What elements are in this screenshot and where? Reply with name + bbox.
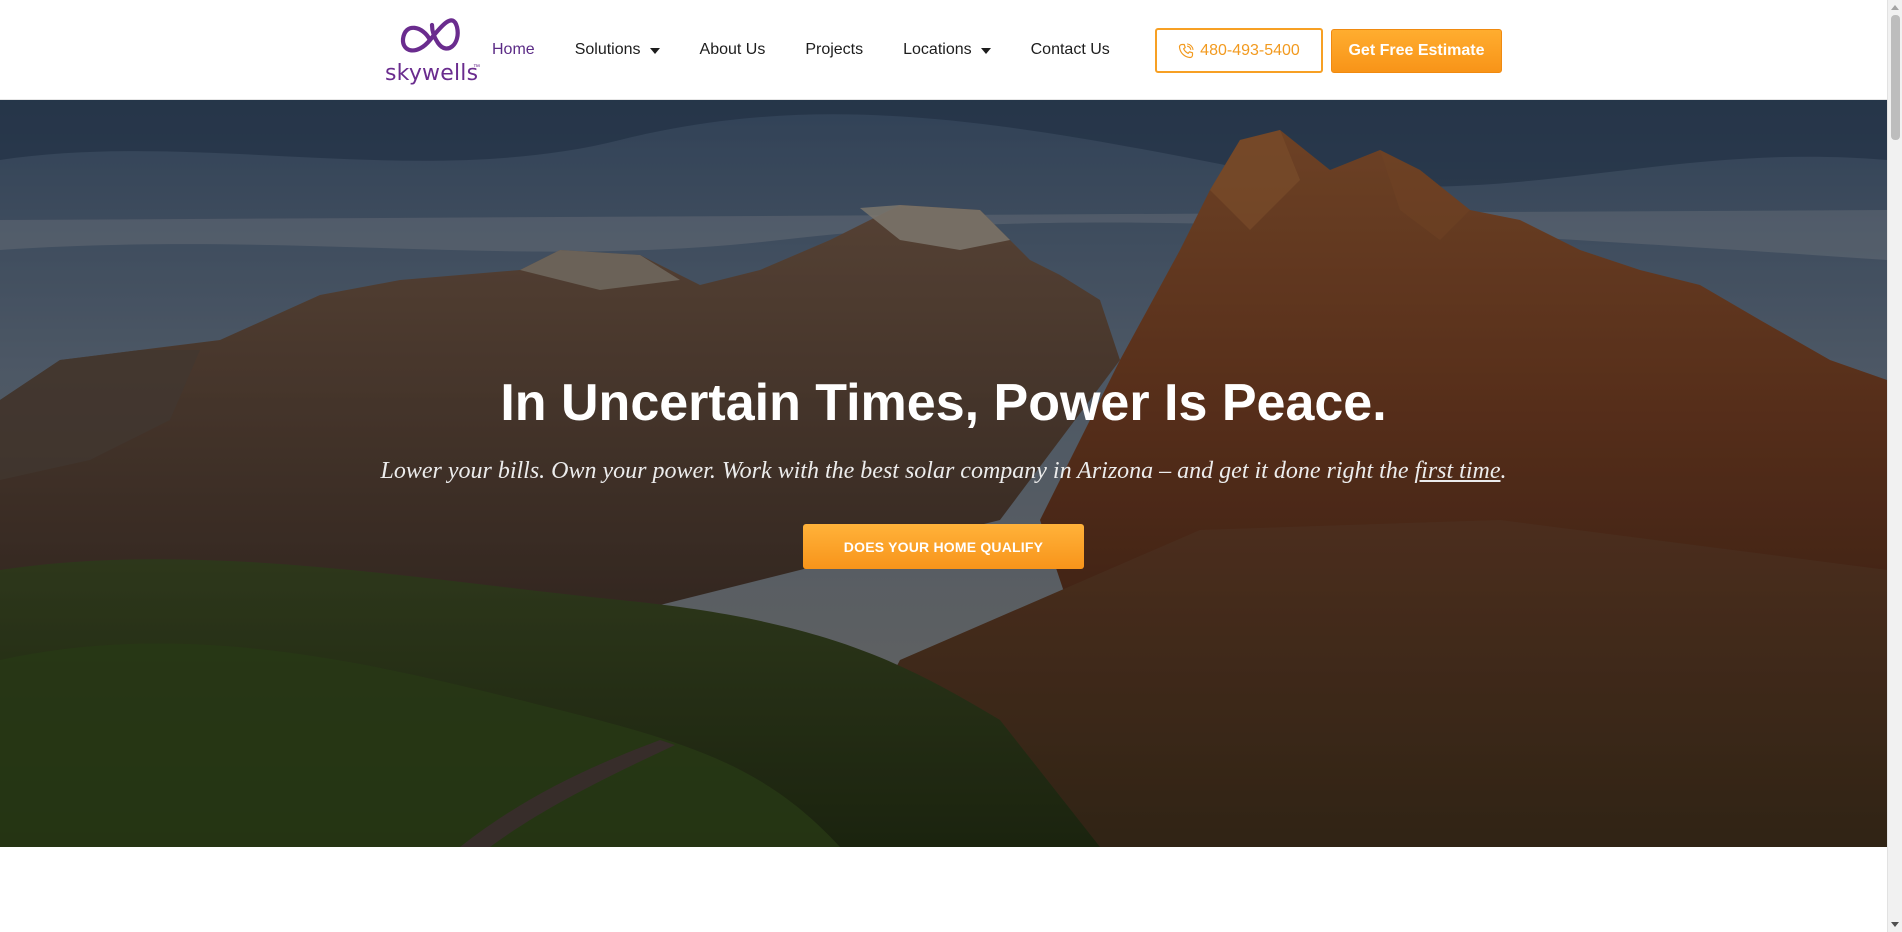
logo-wordmark: skywells bbox=[385, 61, 479, 86]
logo-trademark: ™ bbox=[473, 64, 480, 71]
page-viewport: skywells ™ Home Solutions About Us Proje… bbox=[0, 0, 1902, 932]
scroll-up-arrow-icon[interactable] bbox=[1891, 5, 1899, 10]
nav-contact-us-label: Contact Us bbox=[1030, 41, 1110, 58]
nav-solutions-label: Solutions bbox=[574, 41, 641, 58]
hero-content: In Uncertain Times, Power Is Peace. Lowe… bbox=[0, 100, 1887, 847]
hero-section: In Uncertain Times, Power Is Peace. Lowe… bbox=[0, 100, 1887, 847]
scroll-down-arrow-icon[interactable] bbox=[1891, 922, 1899, 927]
hero-subtitle-end: . bbox=[1500, 458, 1507, 484]
nav-locations[interactable]: Locations bbox=[903, 41, 991, 59]
caret-down-icon bbox=[980, 48, 991, 54]
nav-about-us-label: About Us bbox=[699, 41, 766, 58]
skywells-logo[interactable]: skywells ™ bbox=[385, 12, 480, 88]
nav-contact-us[interactable]: Contact Us bbox=[1031, 41, 1110, 59]
phone-icon bbox=[1179, 42, 1194, 58]
phone-button[interactable]: 480-493-5400 bbox=[1155, 28, 1323, 73]
hero-subtitle: Lower your bills. Own your power. Work w… bbox=[0, 455, 1887, 487]
scrollbar-thumb[interactable] bbox=[1891, 15, 1900, 140]
nav-home[interactable]: Home bbox=[492, 41, 535, 59]
phone-number: 480-493-5400 bbox=[1200, 41, 1300, 59]
nav-home-label: Home bbox=[492, 41, 535, 58]
first-time-link[interactable]: first time bbox=[1414, 458, 1500, 484]
nav-about-us[interactable]: About Us bbox=[700, 41, 766, 59]
nav-solutions[interactable]: Solutions bbox=[575, 41, 660, 59]
hero-title: In Uncertain Times, Power Is Peace. bbox=[500, 374, 1387, 432]
main-nav: Home Solutions About Us Projects Locatio… bbox=[492, 0, 1150, 100]
does-your-home-qualify-button[interactable]: DOES YOUR HOME QUALIFY bbox=[803, 524, 1084, 569]
site-header: skywells ™ Home Solutions About Us Proje… bbox=[0, 0, 1887, 100]
caret-down-icon bbox=[649, 48, 660, 54]
estimate-button-label: Get Free Estimate bbox=[1348, 42, 1485, 59]
nav-projects-label: Projects bbox=[805, 41, 864, 58]
qualify-button-label: DOES YOUR HOME QUALIFY bbox=[843, 538, 1044, 555]
nav-projects[interactable]: Projects bbox=[805, 41, 863, 59]
vertical-scrollbar[interactable] bbox=[1887, 0, 1902, 932]
get-free-estimate-button[interactable]: Get Free Estimate bbox=[1331, 29, 1502, 73]
infinity-logo-icon bbox=[400, 18, 460, 53]
next-section bbox=[0, 847, 1887, 932]
nav-locations-label: Locations bbox=[903, 41, 972, 58]
hero-subtitle-text: Lower your bills. Own your power. Work w… bbox=[380, 458, 1415, 484]
